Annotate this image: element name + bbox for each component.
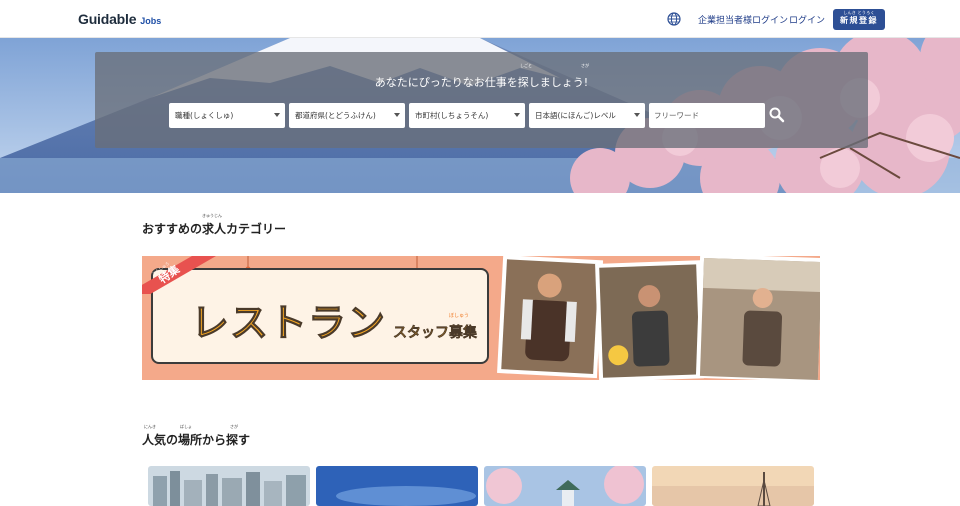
freeword-input[interactable] [649,103,765,128]
city-select-label: 市町村(しちょうそん) [415,111,489,120]
popular-locations-title-text: 人気の場所から探す [142,433,251,447]
popular-locations-heading: にんき ばしょ さが 人気の場所から探す [142,424,251,448]
location-card-2[interactable] [316,466,478,506]
city-select[interactable]: 市町村(しちょうそん) [409,103,525,128]
banner-main-text: レストラン [190,301,387,346]
signup-label: 新規登録 [840,16,878,25]
job-search-panel: しごと さが あなたにぴったりなお仕事を探しましょう! 職種(しょくしゅ) 都道… [95,52,868,148]
featured-badge: とくしゅう 特集 [142,256,232,294]
location-card-3[interactable] [484,466,646,506]
signup-button[interactable]: しんき とうろく 新規登録 [833,9,885,30]
basho-ruby: ばしょ [180,424,192,429]
recommended-title-text: おすすめの求人カテゴリー [142,222,287,236]
guidable-jobs-logo[interactable]: Guidable Jobs [78,11,161,29]
shigoto-ruby: しごと [520,63,532,68]
restaurant-staff-banner[interactable]: レストラン ぼしゅう スタッフ募集 とくしゅう 特集 [142,256,820,380]
occupation-select[interactable]: 職種(しょくしゅ) [169,103,285,128]
sakura-castle-image [484,466,646,506]
hero-banner: しごと さが あなたにぴったりなお仕事を探しましょう! 職種(しょくしゅ) 都道… [0,38,960,193]
banner-sub-text: スタッフ募集 [393,325,477,341]
blue-sky-image [316,466,478,506]
kyujin-ruby: きゅうじん [202,213,222,218]
city-skyline-image [148,466,310,506]
occupation-select-label: 職種(しょくしゅ) [175,111,234,120]
site-header: Guidable Jobs 企業担当者様ログイン ログイン しんき とうろく 新… [0,0,960,38]
ninki-ruby: にんき [144,424,156,429]
banner-sub-ruby: ぼしゅう [449,313,470,319]
signup-ruby: しんき とうろく [843,10,875,15]
location-card-tokyo[interactable] [148,466,310,506]
prefecture-select-label: 都道府県(とどうふけん) [295,111,376,120]
logo-subtext: Jobs [140,16,162,26]
japanese-level-select-label: 日本語(にほんご)レベル [535,111,616,120]
globe-icon[interactable] [667,12,681,26]
chevron-down-icon [634,113,640,117]
prefecture-select[interactable]: 都道府県(とどうふけん) [289,103,405,128]
sagasu-ruby: さが [581,63,589,68]
sagasu-ruby: さが [230,424,238,429]
japanese-level-select[interactable]: 日本語(にほんご)レベル [529,103,645,128]
employer-login-link[interactable]: 企業担当者様ログイン [698,13,788,26]
recommended-categories-heading: きゅうじん おすすめの求人カテゴリー [142,213,287,237]
login-link[interactable]: ログイン [789,13,825,26]
chevron-down-icon [514,113,520,117]
search-icon[interactable] [768,106,786,124]
tower-evening-image [652,466,814,506]
chevron-down-icon [274,113,280,117]
chevron-down-icon [394,113,400,117]
logo-text: Guidable [78,11,137,27]
location-card-4[interactable] [652,466,814,506]
search-heading: あなたにぴったりなお仕事を探しましょう! [374,76,589,89]
